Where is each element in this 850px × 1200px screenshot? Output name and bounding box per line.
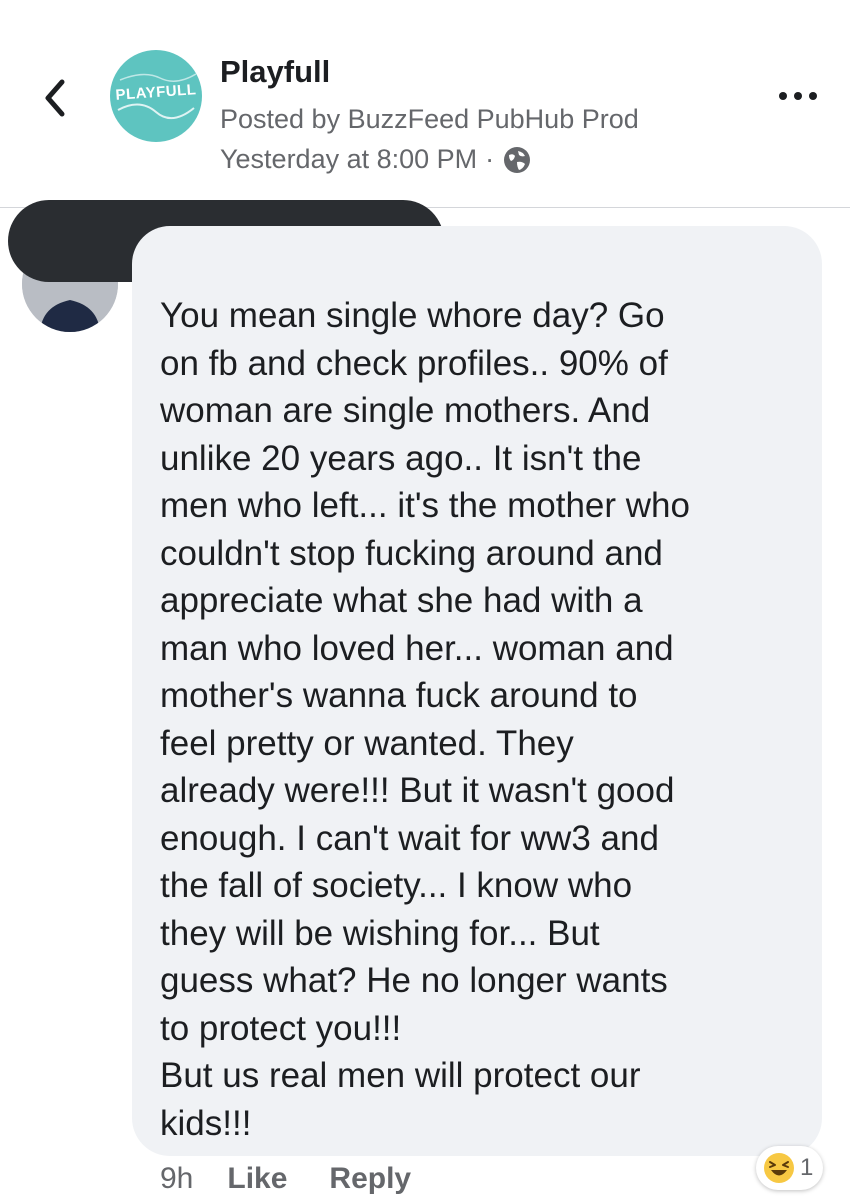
meta-separator: · xyxy=(485,144,495,174)
reply-button[interactable]: Reply xyxy=(329,1162,411,1196)
post-header: PLAYFULL Playfull Posted by BuzzFeed Pub… xyxy=(0,0,850,208)
posted-by-line: Posted by BuzzFeed PubHub Prod xyxy=(220,104,639,134)
page-avatar[interactable]: PLAYFULL xyxy=(110,50,202,142)
chevron-left-icon xyxy=(45,79,65,117)
comment-text: You mean single whore day? Go on fb and … xyxy=(160,296,690,1143)
more-dots-icon xyxy=(779,92,817,100)
comment-time[interactable]: 9h xyxy=(160,1162,193,1196)
back-button[interactable] xyxy=(38,70,74,126)
more-options-button[interactable] xyxy=(776,86,820,106)
page-name[interactable]: Playfull xyxy=(220,54,330,90)
comment-actions: 9h Like Reply xyxy=(160,1162,411,1196)
reaction-summary[interactable]: 1 xyxy=(756,1146,824,1190)
laughing-emoji-icon xyxy=(764,1153,794,1183)
reaction-count: 1 xyxy=(800,1154,814,1181)
globe-icon xyxy=(504,146,531,173)
post-meta: Yesterday at 8:00 PM · xyxy=(220,144,532,175)
like-button[interactable]: Like xyxy=(227,1162,287,1196)
post-timestamp[interactable]: Yesterday at 8:00 PM xyxy=(220,144,477,175)
